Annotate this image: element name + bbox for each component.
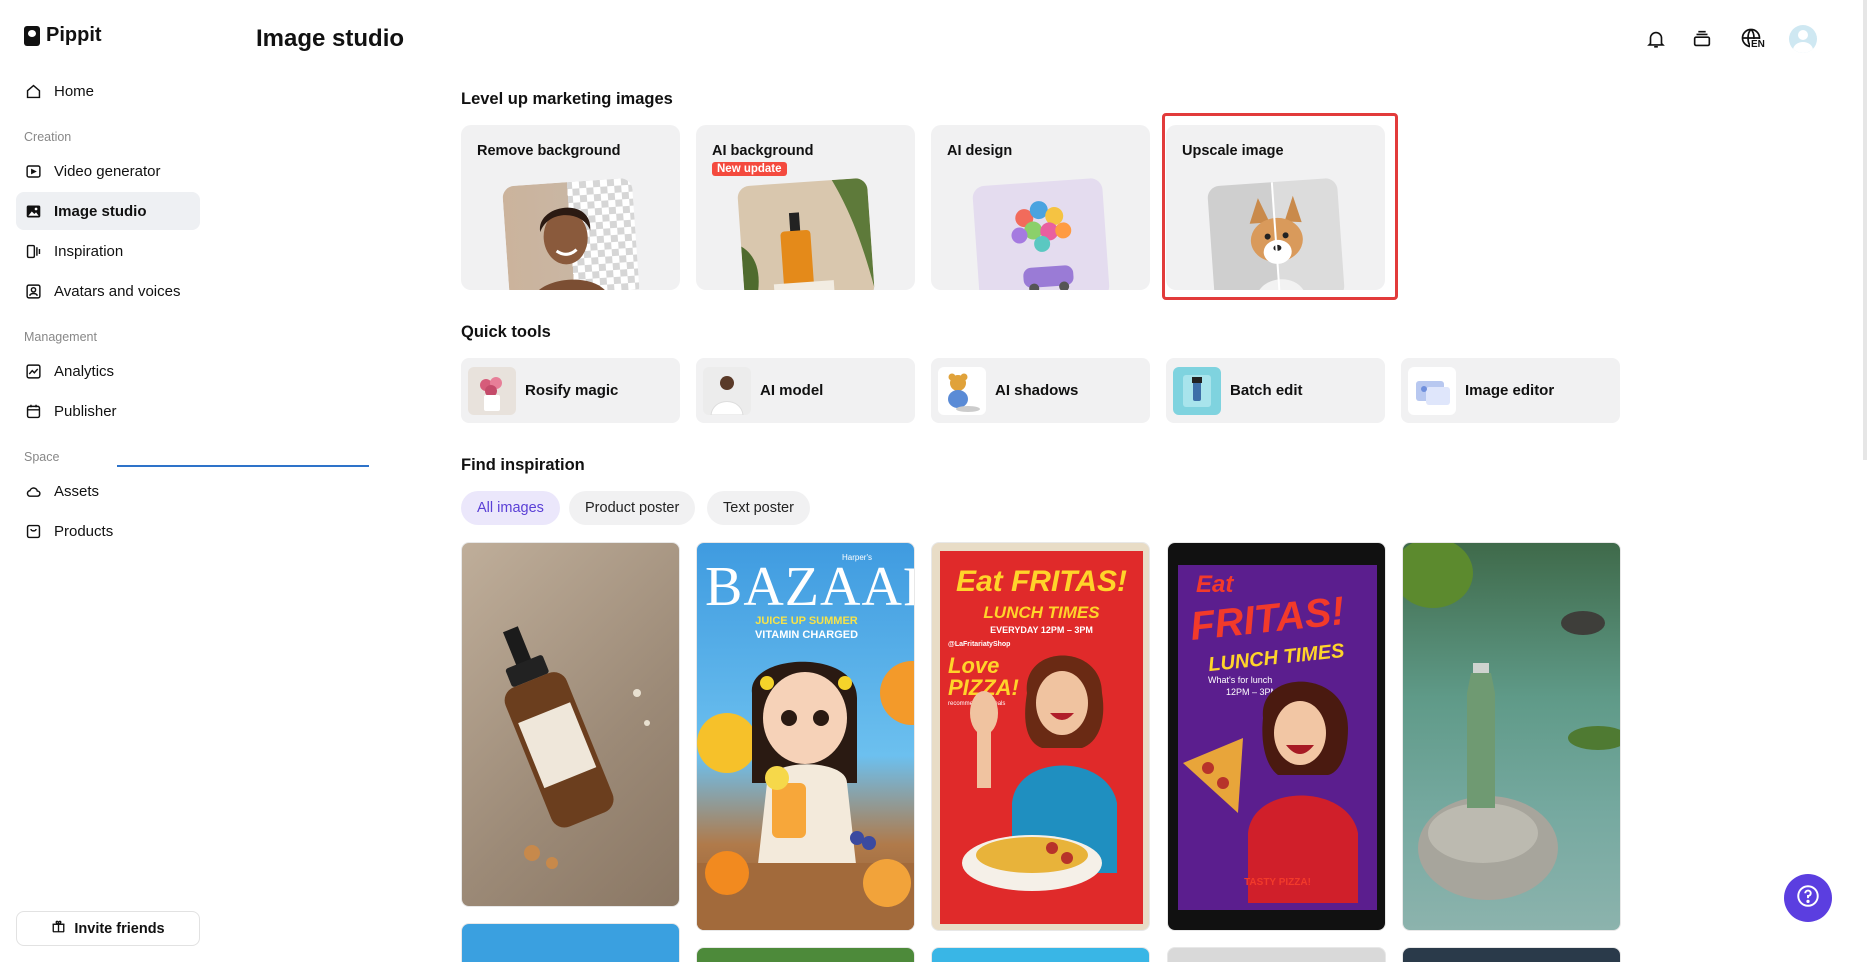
filter-product-poster[interactable]: Product poster <box>569 491 696 525</box>
tool-label: Rosify magic <box>525 382 619 399</box>
language-code: EN <box>1750 39 1766 50</box>
calendar-icon <box>25 403 42 420</box>
invite-friends-button[interactable]: Invite friends <box>16 911 200 946</box>
filter-text-poster[interactable]: Text poster <box>707 491 810 525</box>
ai-design-thumbnail <box>971 177 1111 290</box>
tool-ai-shadows[interactable]: AI shadows <box>931 358 1150 423</box>
sidebar-item-label: Avatars and voices <box>54 282 181 300</box>
new-update-badge: New update <box>712 162 787 176</box>
tool-rosify-magic[interactable]: Rosify magic <box>461 358 680 423</box>
product-box-icon <box>25 523 42 540</box>
sidebar-item-inspiration[interactable]: Inspiration <box>16 232 200 270</box>
stack-icon[interactable] <box>1689 26 1715 52</box>
tool-label: AI model <box>760 382 824 399</box>
sidebar-item-label: Analytics <box>54 362 115 380</box>
sidebar-item-avatars-voices[interactable]: Avatars and voices <box>16 272 200 310</box>
home-icon <box>25 83 42 100</box>
ai-shadows-thumbnail <box>938 366 986 415</box>
help-button[interactable] <box>1784 874 1832 922</box>
gallery-item-fritas-red-poster[interactable]: Eat FRITAS! LUNCH TIMES EVERYDAY 12PM – … <box>931 542 1150 931</box>
language-globe-icon[interactable]: EN <box>1735 26 1769 52</box>
ai-model-thumbnail <box>703 366 751 415</box>
sidebar-item-assets[interactable]: Assets <box>16 472 200 510</box>
quick-tools-heading: Quick tools <box>461 323 551 341</box>
gallery-item-green-bottle[interactable] <box>1402 542 1621 931</box>
sidebar-item-label: Inspiration <box>54 242 124 260</box>
user-avatar[interactable] <box>1789 25 1817 53</box>
remove-background-thumbnail <box>501 177 641 290</box>
cloud-icon <box>25 483 42 500</box>
pippit-logo-icon <box>24 25 40 46</box>
inspiration-heading: Find inspiration <box>461 456 585 474</box>
sidebar-item-label: Image studio <box>54 202 147 220</box>
sidebar-item-home[interactable]: Home <box>16 72 200 110</box>
bell-icon[interactable] <box>1643 26 1669 52</box>
sidebar-item-label: Video generator <box>54 162 161 180</box>
gallery-item-serum-bottle[interactable] <box>461 542 680 907</box>
card-ai-design[interactable]: AI design <box>931 125 1150 290</box>
sidebar-item-analytics[interactable]: Analytics <box>16 352 200 390</box>
gift-icon <box>51 919 66 938</box>
section-label-management: Management <box>24 330 97 344</box>
gallery-item-fritas-purple-poster[interactable]: Eat FRITAS! LUNCH TIMES What's for lunch… <box>1167 542 1386 931</box>
marketing-heading: Level up marketing images <box>461 90 673 108</box>
top-toolbar: EN <box>1643 25 1817 53</box>
video-plus-icon <box>25 163 42 180</box>
tool-label: Batch edit <box>1230 382 1303 399</box>
image-icon <box>25 203 42 220</box>
card-title: Remove background <box>477 143 621 159</box>
section-label-creation: Creation <box>24 130 72 144</box>
avatar-voice-icon <box>25 283 42 300</box>
sidebar-item-products[interactable]: Products <box>16 512 200 550</box>
card-title: AI design <box>947 143 1013 159</box>
page-title: Image studio <box>256 25 405 52</box>
gallery-item-dark-poster[interactable] <box>1402 947 1621 962</box>
app-logo[interactable]: Pippit <box>24 24 102 47</box>
invite-label: Invite friends <box>74 920 165 937</box>
sidebar-item-label: Products <box>54 522 114 540</box>
gallery-item-blue-poster[interactable] <box>461 923 680 962</box>
gallery-item-green-poster[interactable] <box>696 947 915 962</box>
sidebar-item-label: Home <box>54 82 95 100</box>
sidebar-item-video-generator[interactable]: Video generator <box>16 152 200 190</box>
sidebar-item-label: Publisher <box>54 402 117 420</box>
gallery-item-bazaar-poster[interactable]: Harper's BAZAAR JUICE UP SUMMER VITAMIN … <box>696 542 915 931</box>
question-icon <box>1795 883 1821 914</box>
selection-highlight <box>1162 113 1398 300</box>
image-editor-thumbnail <box>1408 366 1456 415</box>
gallery-item-cyan-poster[interactable] <box>931 947 1150 962</box>
sidebar-item-label: Assets <box>54 482 100 500</box>
tool-batch-edit[interactable]: Batch edit <box>1166 358 1385 423</box>
card-remove-background[interactable]: Remove background <box>461 125 680 290</box>
analytics-icon <box>25 363 42 380</box>
ai-background-thumbnail <box>736 177 876 290</box>
sidebar: Pippit Home Creation Video generator Ima… <box>0 0 205 962</box>
app-name: Pippit <box>46 24 102 46</box>
card-ai-background[interactable]: AI background New update <box>696 125 915 290</box>
tool-ai-model[interactable]: AI model <box>696 358 915 423</box>
tool-label: Image editor <box>1465 382 1555 399</box>
tool-image-editor[interactable]: Image editor <box>1401 358 1620 423</box>
page-scrollbar[interactable] <box>1863 0 1867 460</box>
filter-all-images[interactable]: All images <box>461 491 560 525</box>
sidebar-item-image-studio[interactable]: Image studio <box>16 192 200 230</box>
batch-edit-thumbnail <box>1173 366 1221 415</box>
section-label-space: Space <box>24 450 60 464</box>
loading-progress-bar <box>117 465 369 467</box>
card-title: AI background <box>712 143 814 159</box>
inspiration-icon <box>25 243 42 260</box>
sidebar-item-publisher[interactable]: Publisher <box>16 392 200 430</box>
tool-label: AI shadows <box>995 382 1079 399</box>
fritas2-footer: TASTY PIZZA! <box>1244 877 1311 888</box>
rosify-magic-thumbnail <box>468 366 516 415</box>
gallery-item-grey-poster[interactable] <box>1167 947 1386 962</box>
